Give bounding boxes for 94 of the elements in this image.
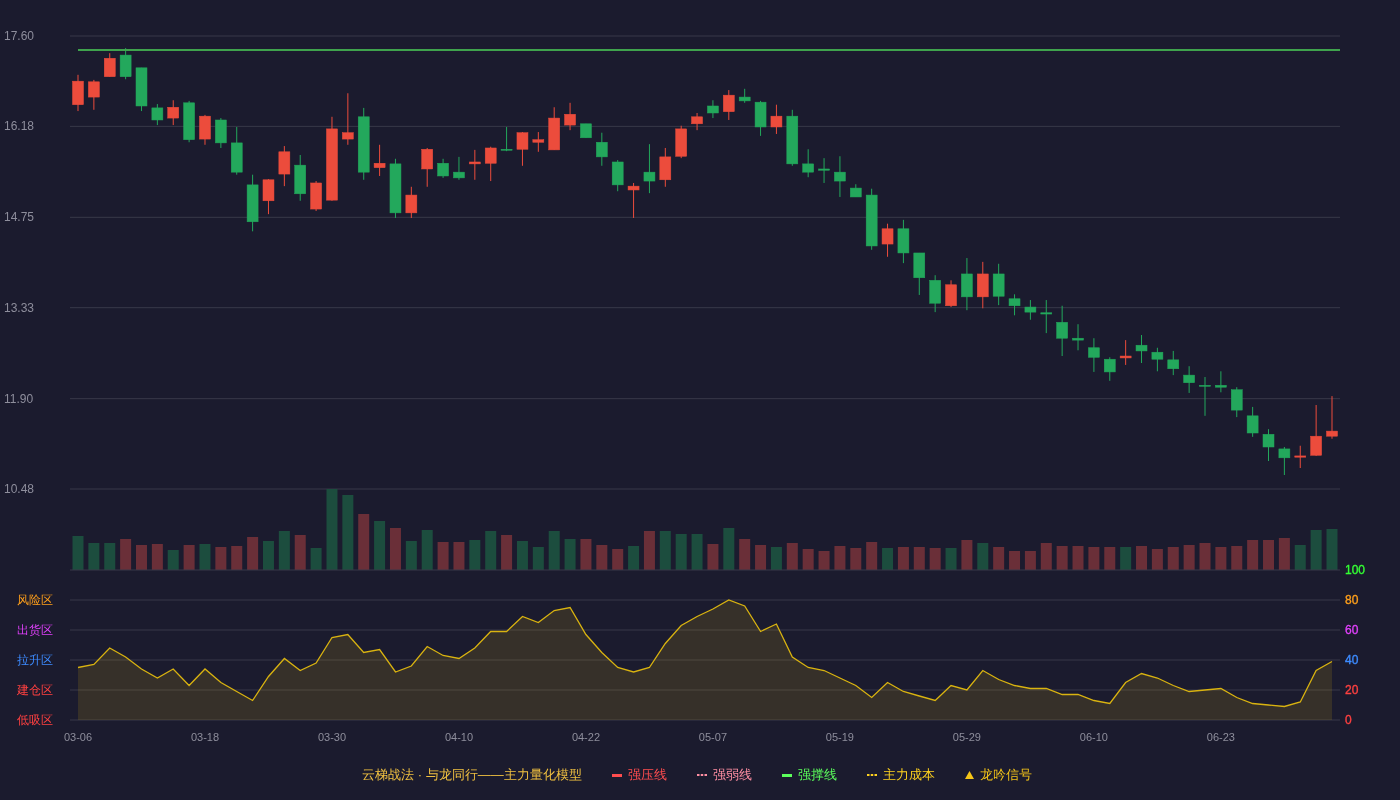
candlestick: [1072, 323, 1084, 351]
zone-label: 低吸区: [17, 713, 53, 727]
candlestick: [945, 279, 957, 308]
candlestick: [961, 257, 973, 311]
price-axis-label: 14.75: [4, 210, 35, 225]
date-axis-label: 03-30: [317, 731, 347, 743]
candlestick: [453, 156, 465, 181]
candlestick: [1104, 356, 1116, 382]
candlestick: [342, 92, 354, 146]
candlestick: [1151, 347, 1164, 372]
candlestick: [278, 145, 291, 187]
date-axis-label: 03-06: [63, 731, 93, 743]
candlestick: [1215, 370, 1227, 393]
candlestick: [1056, 305, 1068, 357]
zone-label: 建仓区: [17, 683, 53, 697]
candlestick: [215, 117, 227, 149]
candlestick: [1262, 428, 1275, 462]
candlestick: [1040, 299, 1053, 334]
candlestick: [421, 147, 433, 188]
legend-item[interactable]: 强弱线: [696, 766, 752, 784]
candlestick: [834, 155, 846, 198]
zone-label: 风险区: [17, 593, 53, 607]
candlestick: [659, 147, 672, 188]
candlestick: [484, 146, 497, 182]
candlestick: [691, 112, 703, 131]
date-axis-label: 06-10: [1079, 731, 1108, 743]
candlestick: [437, 158, 449, 179]
candlestick: [596, 132, 608, 167]
legend-item[interactable]: 主力成本: [866, 766, 935, 784]
candlestick: [770, 104, 783, 135]
candlestick: [1024, 299, 1037, 321]
candlestick: [104, 52, 116, 78]
candlestick: [167, 99, 179, 126]
price-axis-label: 10.48: [4, 482, 35, 496]
candlestick: [1231, 386, 1243, 418]
candlestick: [818, 157, 830, 184]
value-axis-label: 20: [1345, 683, 1359, 697]
value-axis-label: 60: [1345, 623, 1359, 637]
candlestick: [1008, 293, 1021, 316]
candlestick: [707, 99, 719, 119]
candlestick: [373, 144, 386, 177]
legend-item[interactable]: 龙吟信号: [964, 766, 1032, 784]
price-axis-label: 11.90: [4, 391, 34, 406]
date-axis-label: 05-07: [698, 731, 727, 743]
zone-label: 出货区: [17, 623, 53, 637]
candlestick: [199, 114, 211, 146]
candlestick: [1135, 334, 1148, 364]
legend-item[interactable]: 强撑线: [781, 766, 837, 784]
candlestick: [1167, 350, 1180, 376]
candlestick: [1119, 339, 1132, 366]
candlestick: [643, 143, 656, 194]
candlestick: [532, 131, 545, 153]
candlestick: [1326, 395, 1338, 440]
candlestick: [723, 89, 735, 121]
legend-item[interactable]: 强压线: [611, 766, 667, 784]
value-axis-label: 40: [1345, 653, 1359, 667]
candlestick: [262, 178, 275, 215]
candlestick: [405, 186, 418, 219]
candlestick: [119, 47, 132, 80]
candlestick: [516, 131, 529, 167]
price-axis-label: 13.33: [4, 300, 35, 315]
candlestick: [1294, 445, 1306, 469]
candlestick: [977, 261, 989, 309]
candlestick: [627, 182, 640, 219]
candlestick: [1246, 406, 1259, 438]
value-axis-label: 80: [1345, 593, 1359, 607]
date-axis-label: 05-19: [825, 731, 854, 743]
candlestick: [802, 148, 814, 178]
candlestick: [1088, 337, 1100, 373]
date-axis-label: 04-22: [571, 731, 600, 743]
candlestick: [1183, 365, 1195, 394]
price-axis-label: 17.60: [4, 29, 35, 43]
value-axis-label: 0: [1345, 713, 1352, 727]
candlestick: [1278, 446, 1291, 476]
candlestick: [611, 159, 624, 192]
legend-title: 云梯战法 · 与龙同行——主力量化模型: [362, 766, 582, 784]
value-axis-label: 100: [1345, 563, 1366, 577]
candlestick: [881, 223, 894, 258]
date-axis-label: 04-10: [444, 731, 474, 743]
candlestick: [564, 102, 576, 131]
candlestick: [500, 126, 513, 152]
date-axis-label: 03-18: [190, 731, 220, 743]
candlestick: [151, 103, 164, 126]
candlestick: [88, 79, 100, 111]
date-axis-label: 06-23: [1206, 731, 1235, 743]
candlestick: [469, 149, 481, 181]
candlestick: [1199, 376, 1211, 417]
candlestick: [1310, 404, 1322, 457]
candlestick: [72, 74, 84, 112]
zone-label: 拉升区: [17, 653, 53, 667]
price-axis-label: 16.18: [4, 119, 35, 134]
candlestick: [992, 263, 1005, 306]
date-axis-label: 05-29: [952, 731, 981, 743]
candlestick: [929, 274, 941, 313]
